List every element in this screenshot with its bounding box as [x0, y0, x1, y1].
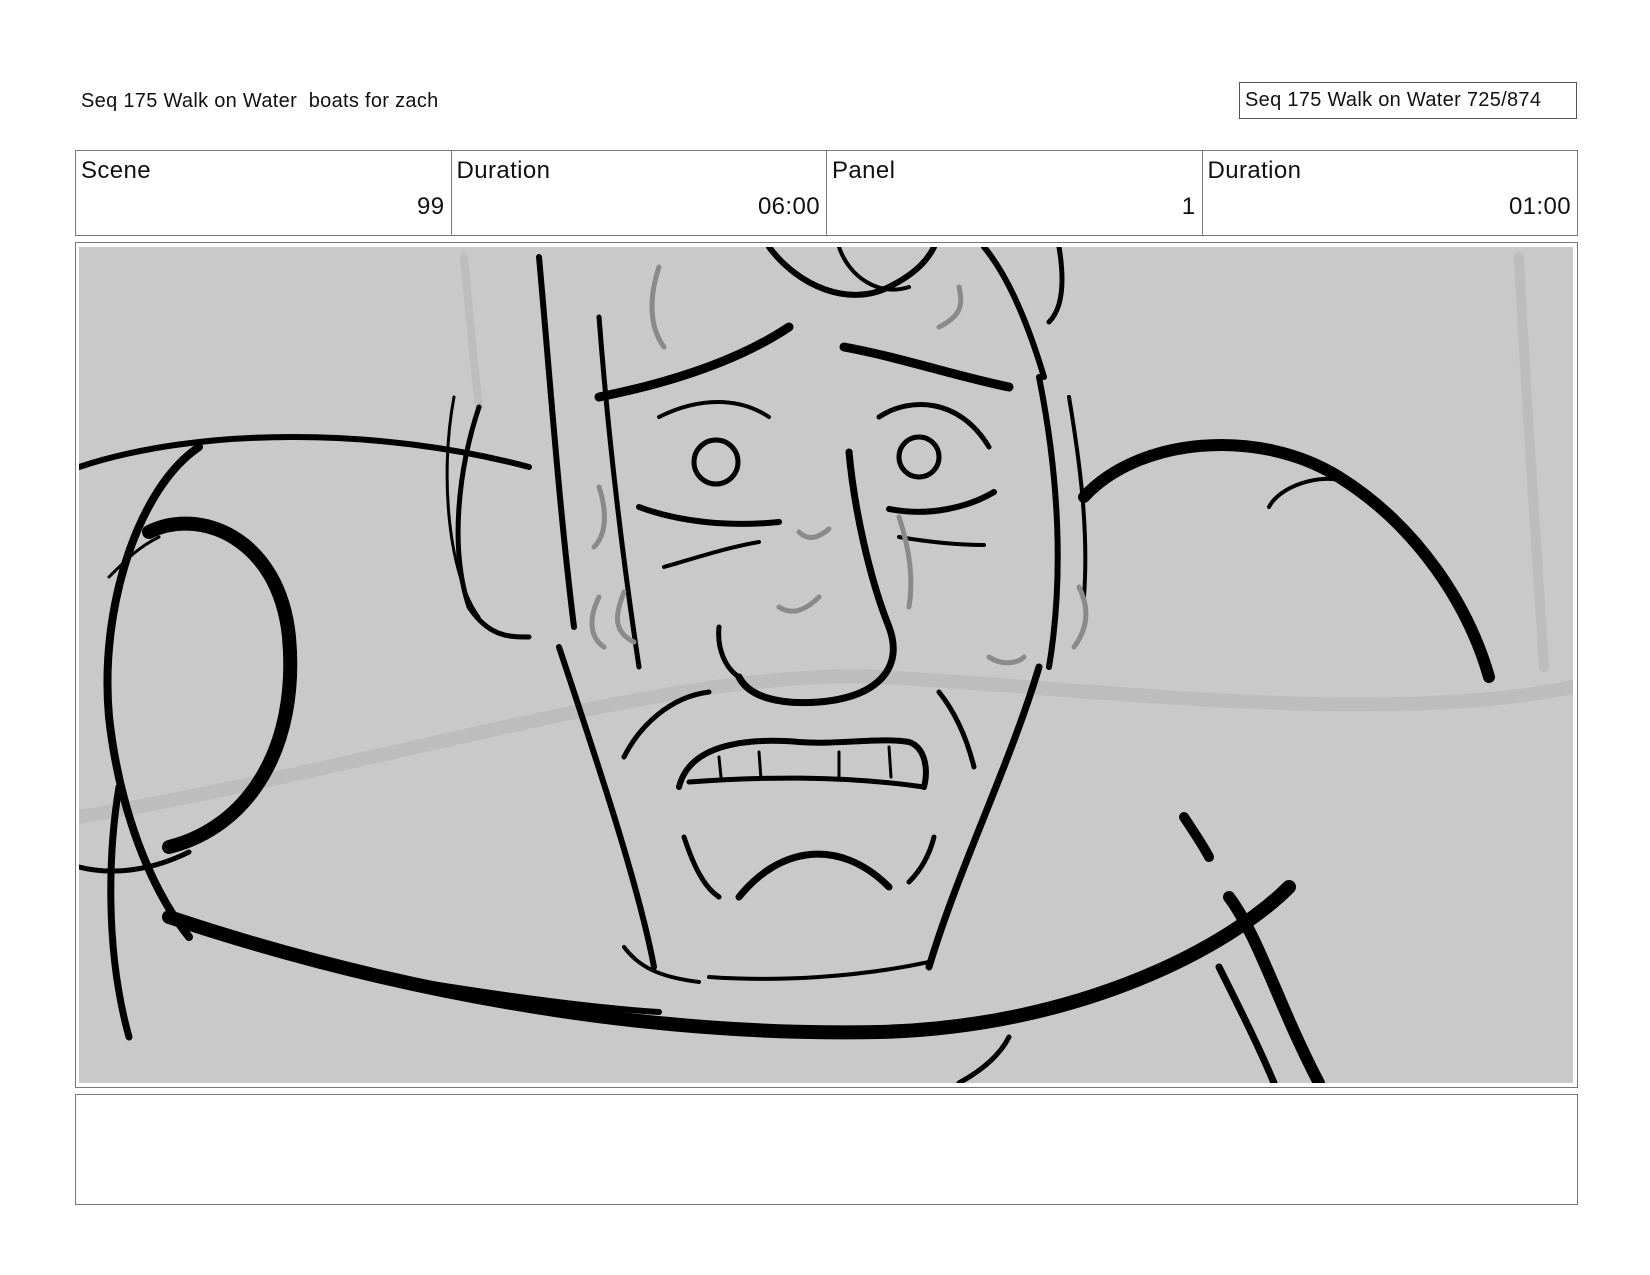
- scene-label: Scene: [81, 157, 152, 184]
- panel-duration-cell: Duration 01:00: [1203, 151, 1578, 235]
- storyboard-panel-frame: [75, 242, 1578, 1088]
- scene-duration-label: Duration: [456, 157, 551, 184]
- panel-notes-box: [75, 1094, 1578, 1205]
- panel-duration-label: Duration: [1207, 157, 1302, 184]
- panel-label: Panel: [832, 157, 896, 184]
- page-counter: Seq 175 Walk on Water 725/874: [1239, 82, 1577, 119]
- panel-info-row: Scene 99 Duration 06:00 Panel 1 Duration…: [75, 150, 1578, 236]
- panel-duration-value: 01:00: [1508, 193, 1571, 220]
- panel-cell: Panel 1: [827, 151, 1203, 235]
- document-title: Seq 175 Walk on Water boats for zach: [81, 90, 439, 112]
- scene-duration-cell: Duration 06:00: [452, 151, 827, 235]
- sketch-drawing: [79, 247, 1573, 1083]
- scene-duration-value: 06:00: [757, 193, 820, 220]
- scene-value: 99: [417, 193, 445, 220]
- scene-cell: Scene 99: [76, 151, 452, 235]
- panel-value: 1: [1181, 193, 1196, 220]
- storyboard-panel-image: [79, 247, 1573, 1083]
